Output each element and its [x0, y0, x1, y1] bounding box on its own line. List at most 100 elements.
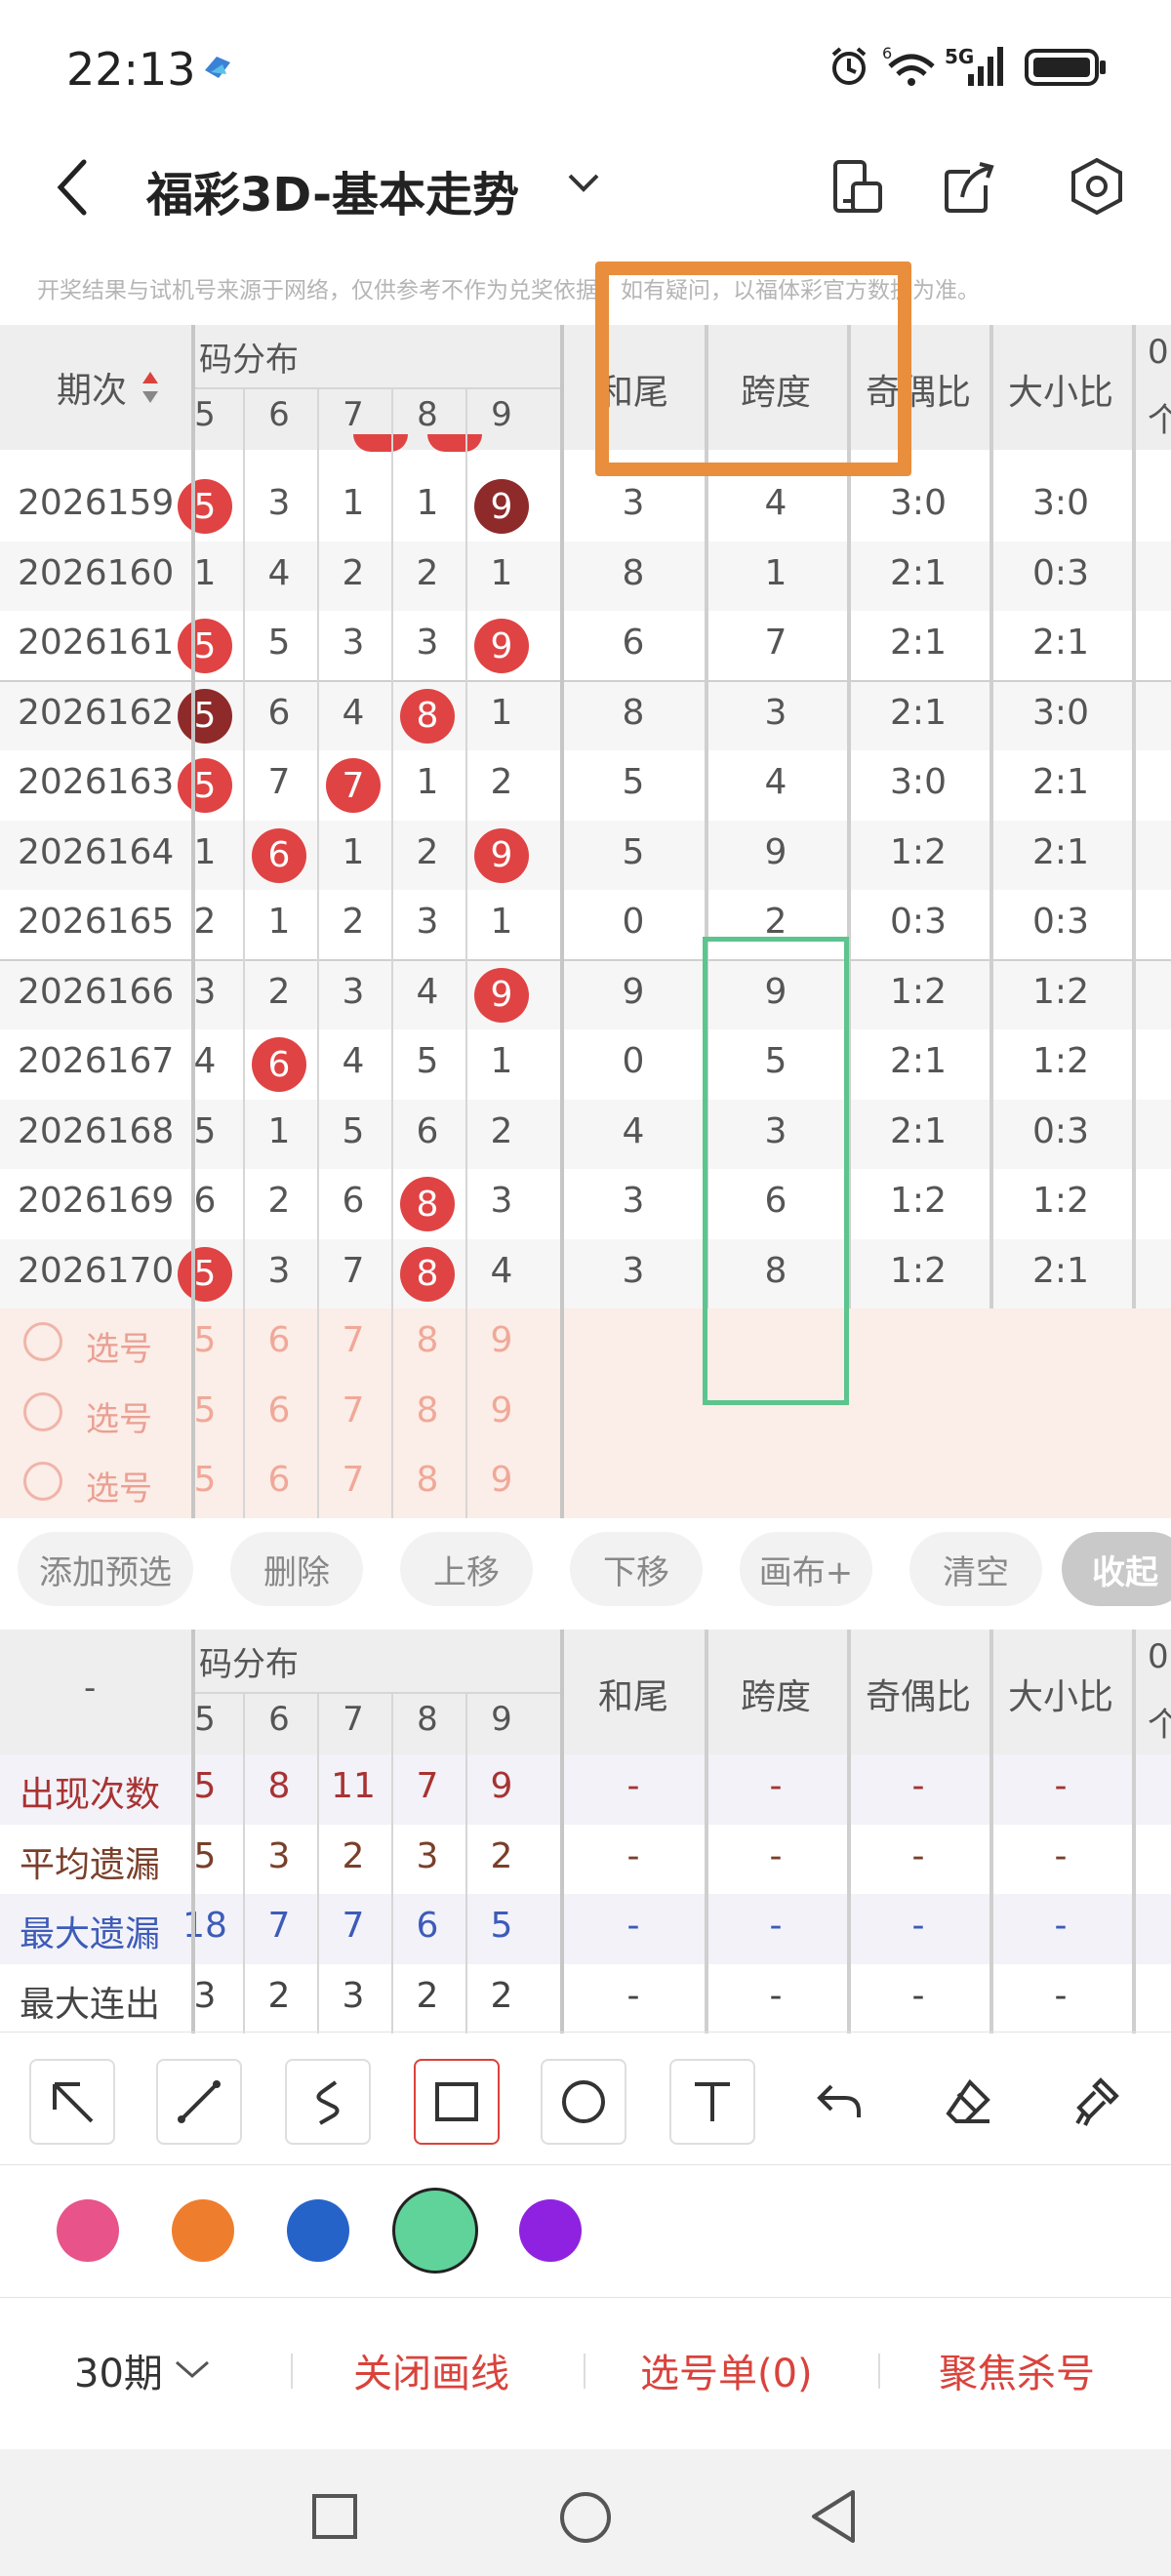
- pick-digit[interactable]: 5: [169, 1460, 241, 1500]
- collapse-button[interactable]: 收起: [1062, 1532, 1171, 1606]
- table-row[interactable]: 2026165 2 1 2 3 1 0 2 0:3 0:3: [0, 890, 1171, 960]
- stat-cell: 2:1: [890, 552, 947, 593]
- pick-digit[interactable]: 8: [391, 1320, 464, 1360]
- pick-digit[interactable]: 7: [317, 1390, 389, 1430]
- period-cell: 2026160: [18, 552, 175, 593]
- back-nav-icon[interactable]: [808, 2488, 859, 2545]
- period-header[interactable]: 期次: [57, 362, 127, 413]
- status-time: 22:13: [66, 43, 196, 96]
- pick-digit[interactable]: 9: [465, 1460, 538, 1500]
- stats-value: 7: [267, 1906, 291, 1946]
- stats-dash: -: [1054, 1766, 1068, 1806]
- sort-icon[interactable]: [141, 368, 160, 407]
- pick-row[interactable]: 选号 5 6 7 8 9: [0, 1448, 566, 1518]
- stats-dash: -: [911, 1766, 925, 1806]
- digit-cell: 3: [342, 971, 365, 1012]
- stat-cell: 1:2: [1032, 971, 1089, 1012]
- digit-cell: 1: [267, 1110, 291, 1151]
- digit-group-label: 码分布: [199, 1645, 299, 1684]
- divider: [584, 2354, 586, 2389]
- color-swatch[interactable]: [519, 2199, 582, 2262]
- stat-cell: 9: [622, 971, 645, 1012]
- brush-clear-icon[interactable]: [1052, 2059, 1138, 2145]
- share-icon[interactable]: [941, 158, 999, 217]
- action-button[interactable]: 画布+: [740, 1532, 872, 1606]
- alarm-icon: [831, 47, 867, 85]
- hit-ball: 8: [400, 688, 455, 744]
- pick-digit[interactable]: 6: [243, 1390, 315, 1430]
- period-select[interactable]: 30期: [74, 2342, 212, 2398]
- pick-digit[interactable]: 6: [243, 1320, 315, 1360]
- rectangle-icon[interactable]: [414, 2059, 500, 2145]
- pick-digit[interactable]: 8: [391, 1390, 464, 1430]
- table-row[interactable]: 2026164 1 6 1 2 9 5 9 1:2 2:1: [0, 820, 1171, 890]
- table-row[interactable]: 2026166 3 2 3 4 9 9 9 1:2 1:2: [0, 959, 1171, 1029]
- pick-digit[interactable]: 8: [391, 1460, 464, 1500]
- period-cell: 2026162: [18, 692, 175, 733]
- pick-digit[interactable]: 5: [169, 1390, 241, 1430]
- hit-ball: 6: [252, 827, 306, 883]
- color-swatch[interactable]: [287, 2199, 349, 2262]
- back-icon[interactable]: [53, 156, 92, 219]
- line-icon[interactable]: [156, 2059, 242, 2145]
- digit-cell: 7: [342, 1250, 365, 1291]
- pick-digit[interactable]: 7: [317, 1320, 389, 1360]
- pick-digit[interactable]: 9: [465, 1390, 538, 1430]
- table-row[interactable]: 2026163 5 7 7 1 2 5 4 3:0 2:1: [0, 750, 1171, 821]
- color-swatch[interactable]: [57, 2199, 119, 2262]
- recent-apps-icon[interactable]: [310, 2492, 359, 2541]
- column-line: [1132, 325, 1136, 1308]
- action-button[interactable]: 上移: [400, 1532, 533, 1606]
- pick-row[interactable]: 选号 5 6 7 8 9: [0, 1308, 566, 1379]
- color-swatch[interactable]: [172, 2199, 234, 2262]
- action-button[interactable]: 清空: [909, 1532, 1042, 1606]
- action-button[interactable]: 添加预选: [18, 1532, 193, 1606]
- table-row[interactable]: 2026167 4 6 4 5 1 0 5 2:1 1:2: [0, 1029, 1171, 1100]
- text-icon[interactable]: [669, 2059, 755, 2145]
- stats-value: 3: [416, 1835, 439, 1876]
- digit-cell: 3: [416, 623, 439, 663]
- pick-digit[interactable]: 9: [465, 1320, 538, 1360]
- radio-icon[interactable]: [23, 1391, 62, 1431]
- stat-cell: 2:1: [890, 1041, 947, 1081]
- table-row[interactable]: 2026162 5 6 4 8 1 8 3 2:1 3:0: [0, 680, 1171, 750]
- pick-digit[interactable]: 5: [169, 1320, 241, 1360]
- stat-cell: 0: [622, 902, 645, 942]
- home-icon[interactable]: [558, 2490, 613, 2545]
- action-button[interactable]: 下移: [570, 1532, 703, 1606]
- pick-row[interactable]: 选号 5 6 7 8 9: [0, 1379, 566, 1449]
- hit-ball: 5: [178, 1246, 232, 1302]
- table-row[interactable]: 2026169 6 2 6 8 3 3 6 1:2 1:2: [0, 1169, 1171, 1239]
- circle-icon[interactable]: [541, 2059, 626, 2145]
- pick-list-button[interactable]: 选号单(0): [640, 2342, 813, 2398]
- table-row[interactable]: 2026159 5 3 1 1 9 3 4 3:0 3:0: [0, 471, 1171, 542]
- chevron-down-icon[interactable]: [566, 172, 601, 195]
- arrow-icon[interactable]: [29, 2059, 115, 2145]
- radio-icon[interactable]: [23, 1322, 62, 1361]
- battery-icon: [1025, 49, 1106, 86]
- phone-switch-icon[interactable]: [831, 158, 884, 217]
- pick-digit[interactable]: 6: [243, 1460, 315, 1500]
- chevron-down-icon: [175, 2360, 209, 2378]
- digit-cell: 2: [416, 831, 439, 872]
- digit-cell: 3: [416, 902, 439, 942]
- settings-hex-icon[interactable]: [1068, 156, 1126, 217]
- color-swatch[interactable]: [392, 2188, 478, 2274]
- curve-icon[interactable]: [285, 2059, 371, 2145]
- focus-kill-button[interactable]: 聚焦杀号: [939, 2342, 1095, 2398]
- table-row[interactable]: 2026161 5 5 3 3 9 6 7 2:1 2:1: [0, 611, 1171, 681]
- stats-table: - 码分布 5 6 7 8 9 和尾 跨度 奇偶比 大小比 0 个出现次数 5 8 11 7 9 - - - - 平均遗漏 5…: [0, 1630, 1171, 2033]
- table-row[interactable]: 2026170 5 3 7 8 4 3 8 1:2 2:1: [0, 1238, 1171, 1308]
- app-notification-icon: [205, 57, 230, 78]
- stats-dash: -: [769, 1766, 783, 1806]
- table-row[interactable]: 2026160 1 4 2 2 1 8 1 2:1 0:3: [0, 541, 1171, 611]
- eraser-icon[interactable]: [925, 2059, 1011, 2145]
- stat-cell: 9: [764, 831, 787, 872]
- stats-value: 2: [490, 1975, 513, 2016]
- undo-icon[interactable]: [796, 2059, 882, 2145]
- action-button[interactable]: 删除: [230, 1532, 363, 1606]
- table-row[interactable]: 2026168 5 1 5 6 2 4 3 2:1 0:3: [0, 1099, 1171, 1169]
- close-lines-button[interactable]: 关闭画线: [353, 2342, 509, 2398]
- pick-digit[interactable]: 7: [317, 1460, 389, 1500]
- radio-icon[interactable]: [23, 1462, 62, 1501]
